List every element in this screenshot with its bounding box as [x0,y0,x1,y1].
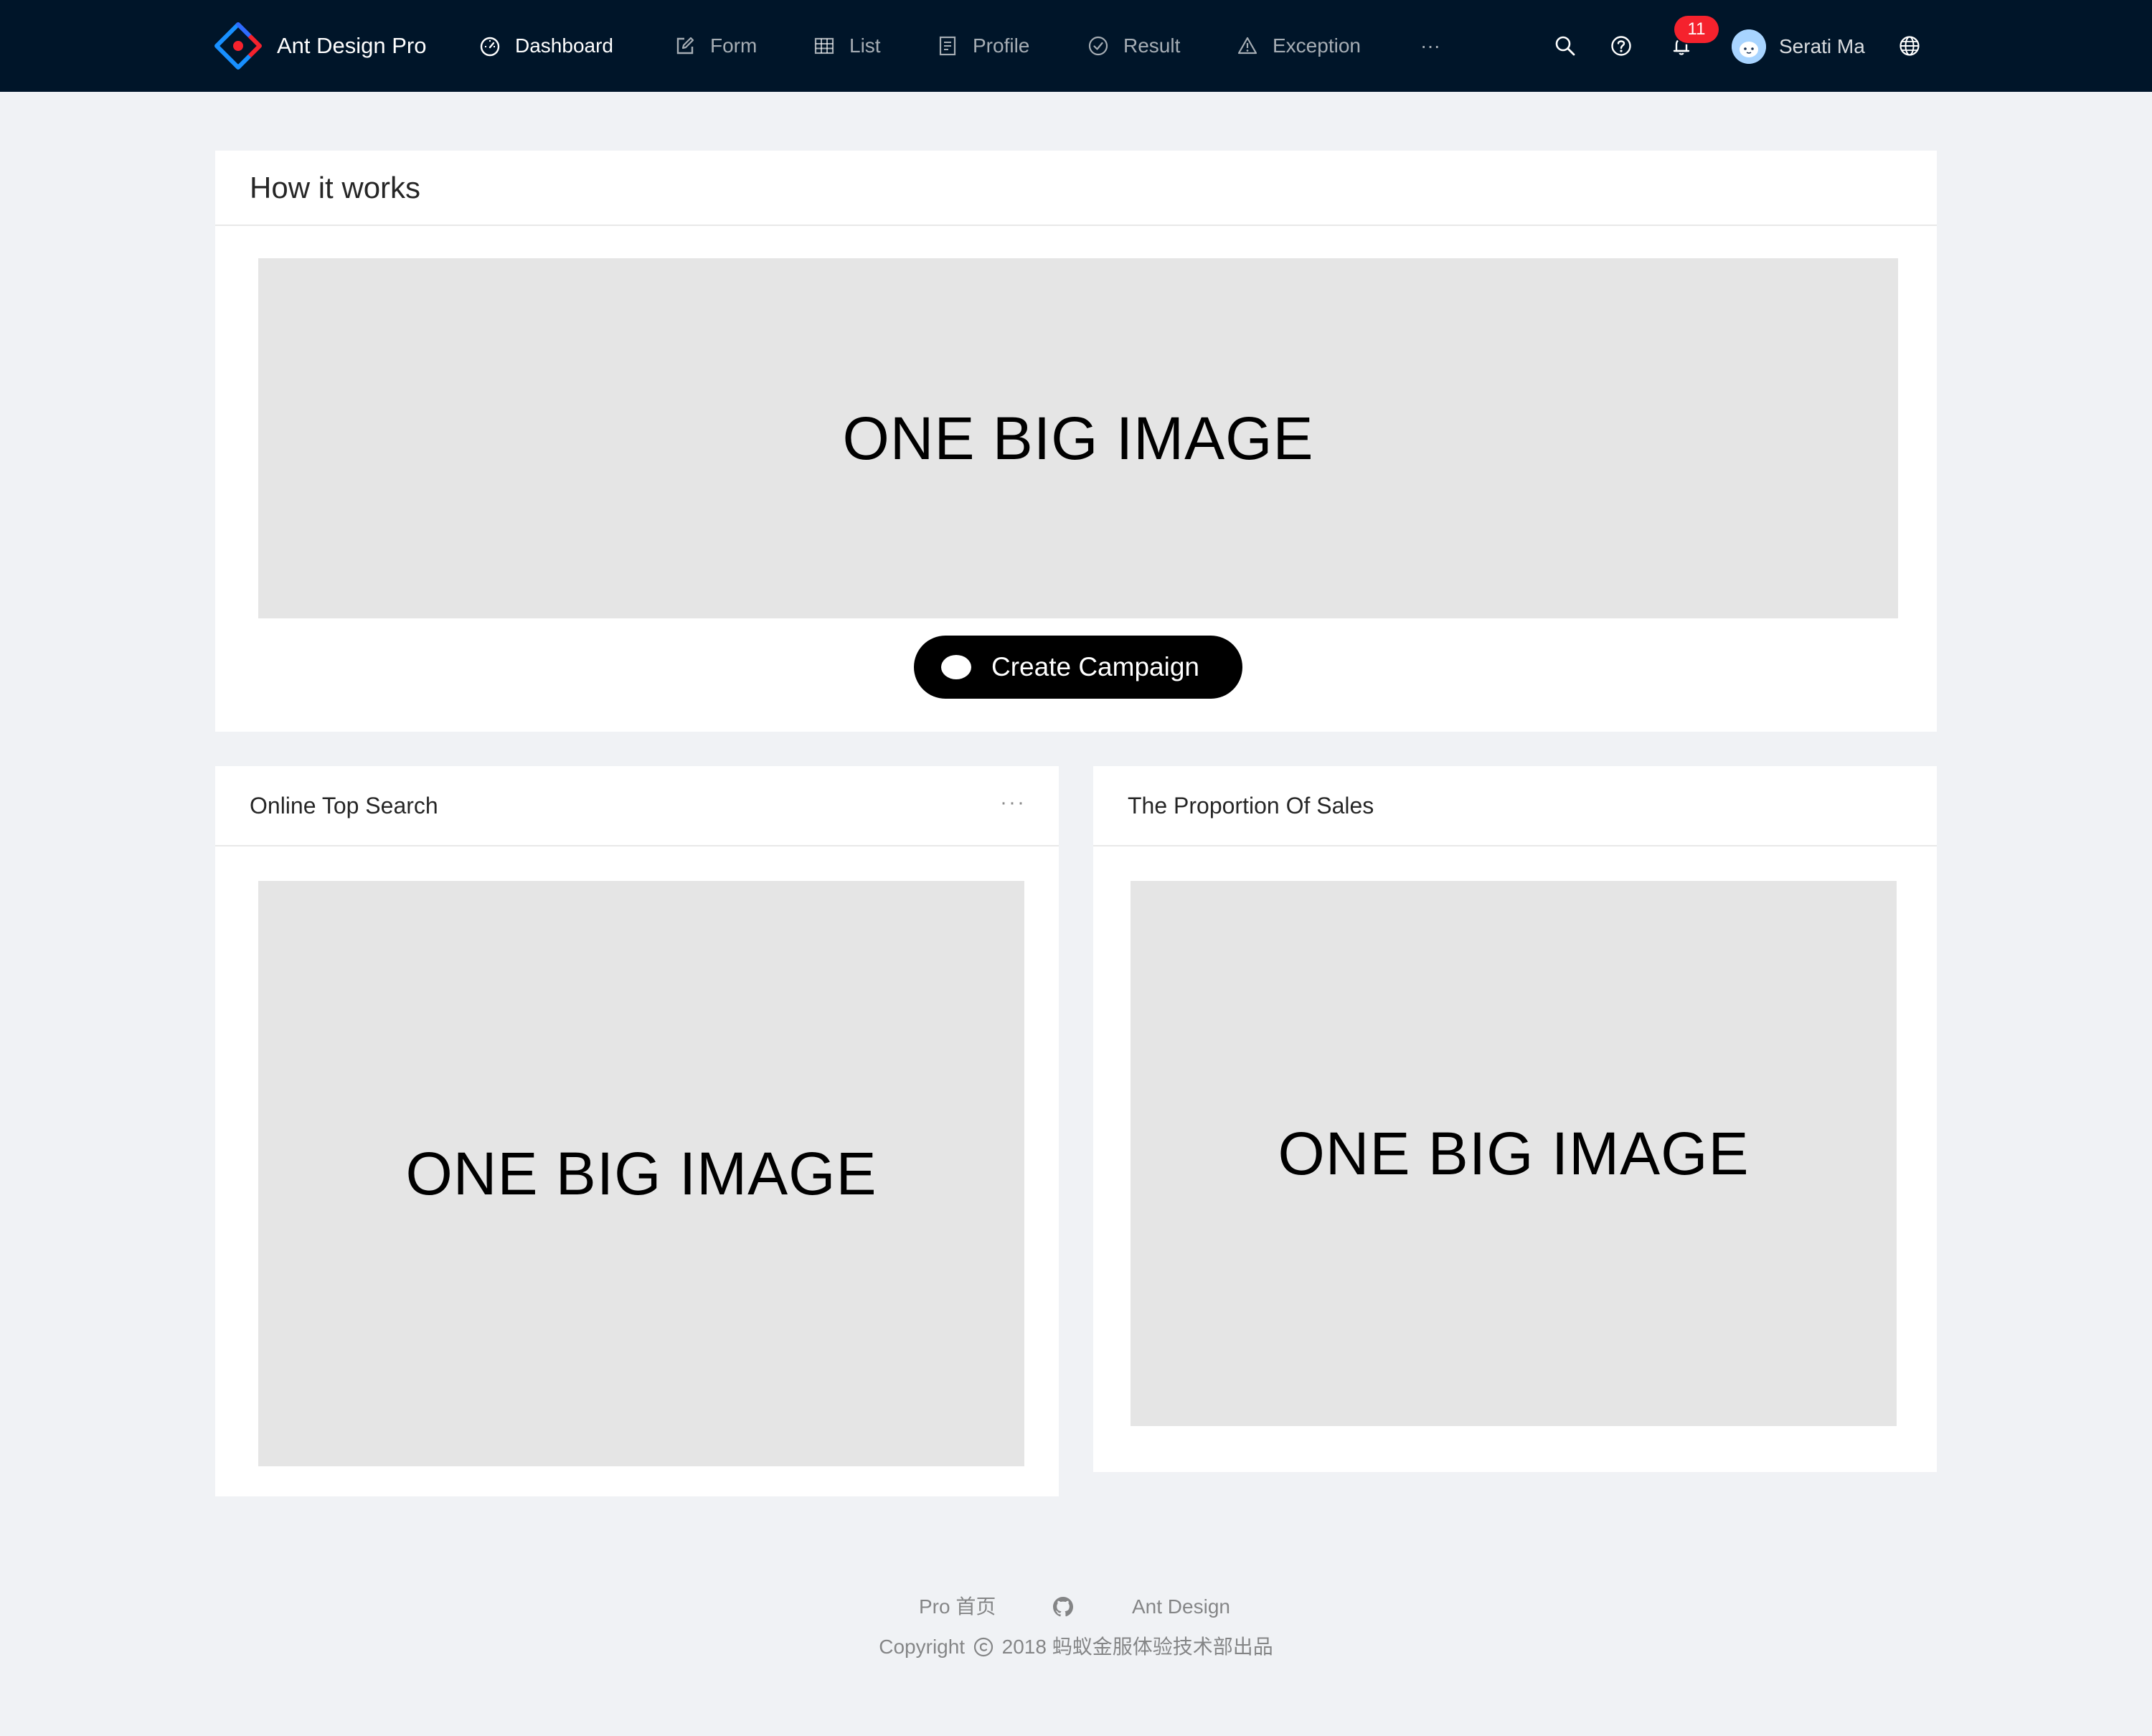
globe-icon [1899,36,1920,56]
menu-item-more[interactable]: ··· [1420,0,1440,92]
github-icon [1053,1597,1073,1617]
menu-label: Dashboard [515,34,613,57]
language-switcher[interactable] [1895,32,1924,60]
more-options-icon[interactable]: ··· [1000,791,1026,815]
footer-links: Pro 首页 Ant Design [0,1591,2152,1623]
copyright-icon [973,1637,993,1657]
copyright: Copyright 2018 蚂蚁金服体验技术部出品 [0,1633,2152,1661]
menu-item-result[interactable]: Result [1087,0,1180,92]
menu-label: Result [1123,34,1181,57]
footer-link-github[interactable] [1052,1595,1075,1628]
footer-link-ant-design[interactable]: Ant Design [1132,1591,1230,1623]
copyright-text: 2018 蚂蚁金服体验技术部出品 [1001,1636,1273,1658]
create-campaign-button[interactable]: Create Campaign [914,636,1242,699]
user-name: Serati Ma [1779,35,1865,57]
menu-item-form[interactable]: Form [674,0,757,92]
menu-label: Exception [1273,34,1361,57]
image-placeholder-text: ONE BIG IMAGE [1278,1119,1750,1187]
form-icon [676,37,694,55]
notification-count-badge: 11 [1674,16,1719,43]
menu-item-dashboard[interactable]: Dashboard [479,0,613,92]
help-button[interactable] [1607,32,1636,60]
card-header: Online Top Search [215,766,1059,846]
image-placeholder: ONE BIG IMAGE [1131,881,1897,1426]
image-placeholder-text: ONE BIG IMAGE [405,1139,877,1207]
image-placeholder: ONE BIG IMAGE [258,258,1898,618]
search-icon [1555,36,1575,56]
menu-item-profile[interactable]: Profile [937,0,1029,92]
proportion-of-sales-card: The Proportion Of Sales ONE BIG IMAGE [1093,766,1937,1472]
copyright-prefix: Copyright [879,1636,966,1658]
question-circle-icon [1611,36,1631,56]
card-header: The Proportion Of Sales [1093,766,1937,846]
card-title: The Proportion Of Sales [1128,792,1374,819]
menu-item-exception[interactable]: Exception [1237,0,1361,92]
image-placeholder: ONE BIG IMAGE [258,881,1024,1466]
menu-item-list[interactable]: List [813,0,881,92]
create-campaign-label: Create Campaign [991,652,1199,681]
brand[interactable]: Ant Design Pro [214,22,427,70]
search-button[interactable] [1551,32,1580,60]
menu-label: Form [710,34,758,57]
user-menu[interactable]: Serati Ma [1732,29,1865,65]
menu-label: Profile [973,34,1030,57]
avatar [1732,29,1766,64]
warning-icon [1237,37,1257,55]
table-icon [814,37,834,55]
toggle-dot-icon [941,655,971,679]
footer-link-pro-home[interactable]: Pro 首页 [919,1591,996,1623]
menu-label: List [849,34,881,57]
card-title: Online Top Search [250,792,438,819]
ant-design-logo-icon [214,22,262,70]
top-navigation-bar: Ant Design Pro Dashboard Form List Profi… [0,0,2152,92]
card-header: How it works [215,151,1937,226]
card-title: How it works [250,170,421,204]
image-placeholder-text: ONE BIG IMAGE [842,404,1314,472]
brand-name: Ant Design Pro [277,33,427,58]
dashboard-icon [480,37,500,57]
profile-icon [939,36,956,56]
avatar-face-icon [1732,29,1766,64]
online-top-search-card: Online Top Search ··· ONE BIG IMAGE [215,766,1059,1496]
check-circle-icon [1088,36,1108,56]
ellipsis-icon: ··· [1420,34,1440,57]
